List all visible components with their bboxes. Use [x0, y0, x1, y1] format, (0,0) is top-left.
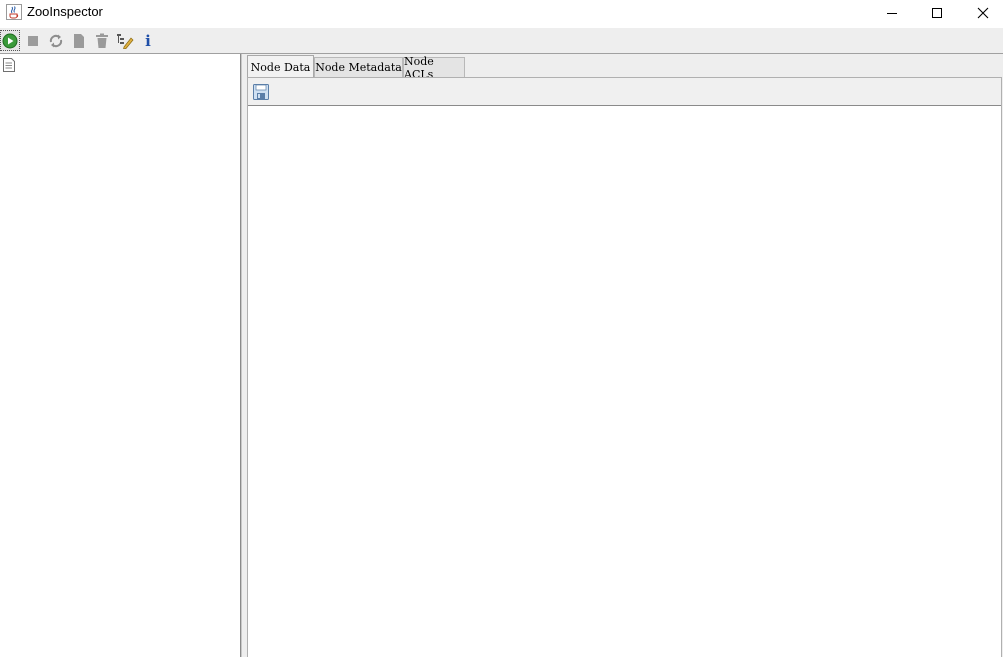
node-viewers-icon [117, 34, 134, 49]
delete-node-icon [96, 33, 108, 48]
add-node-button[interactable] [69, 31, 89, 51]
save-button[interactable] [253, 84, 269, 100]
connect-icon [2, 33, 18, 48]
node-data-toolbar [248, 78, 1001, 105]
delete-node-button[interactable] [92, 31, 112, 51]
java-cup-icon [6, 4, 22, 20]
refresh-button[interactable] [46, 31, 66, 51]
connect-button[interactable] [0, 30, 20, 51]
node-viewer-panel: Node Data Node Metadata Node ACLs [247, 54, 1003, 657]
title-bar: ZooInspector [0, 0, 1003, 26]
tab-node-acls[interactable]: Node ACLs [403, 55, 465, 81]
minimize-icon [887, 13, 897, 14]
viewer-tabs: Node Data Node Metadata Node ACLs [247, 54, 1003, 81]
info-icon: i [145, 32, 151, 50]
node-data-text-area[interactable] [248, 105, 1001, 657]
disconnect-button[interactable] [23, 31, 43, 51]
window-title: ZooInspector [27, 4, 103, 19]
main-toolbar: i [0, 28, 1003, 53]
minimize-button[interactable] [869, 0, 915, 26]
node-data-tab-panel [247, 77, 1002, 657]
add-node-icon [74, 34, 84, 48]
document-icon[interactable] [3, 57, 15, 72]
node-viewers-button[interactable] [115, 31, 135, 51]
refresh-icon [49, 34, 63, 48]
save-icon [253, 84, 269, 100]
tab-node-data[interactable]: Node Data [247, 55, 314, 78]
about-button[interactable]: i [138, 31, 158, 51]
maximize-icon [932, 8, 942, 18]
tab-node-metadata[interactable]: Node Metadata [314, 57, 403, 77]
node-tree[interactable] [0, 54, 241, 657]
close-icon [977, 7, 989, 19]
disconnect-icon [28, 36, 38, 46]
maximize-button[interactable] [914, 0, 960, 26]
close-button[interactable] [960, 0, 1003, 26]
